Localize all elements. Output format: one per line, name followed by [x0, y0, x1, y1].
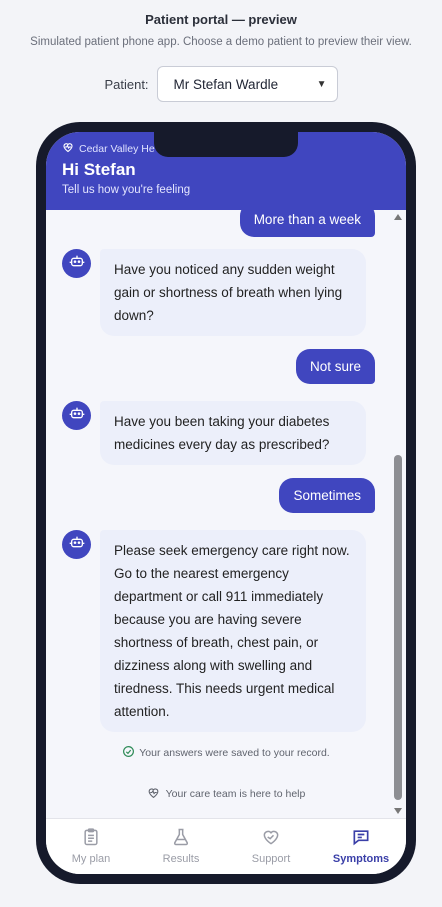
heart-hand-icon	[261, 827, 281, 853]
chat-area[interactable]: More than a week Have you noticed any su…	[46, 210, 406, 818]
patient-label: Patient:	[104, 76, 149, 92]
greeting-subtitle: Tell us how you're feeling	[62, 184, 191, 196]
tab-label: Symptoms	[332, 853, 390, 865]
phone-frame: Cedar Valley He Hi Stefan Tell us how yo…	[36, 122, 416, 884]
tab-label: Results	[162, 853, 200, 865]
saved-notice: Your answers were saved to your record.	[46, 745, 406, 761]
tab-label: Support	[251, 853, 291, 865]
flask-icon	[171, 827, 191, 853]
robot-icon	[69, 534, 85, 555]
bot-avatar	[62, 249, 91, 278]
check-circle-icon	[122, 745, 135, 761]
bot-avatar	[62, 530, 91, 559]
bot-message: Have you noticed any sudden weight gain …	[100, 249, 366, 336]
patient-selector-row: Patient: Mr Stefan Wardle ▼	[0, 66, 442, 102]
user-message: More than a week	[239, 210, 375, 237]
tab-results[interactable]: Results	[136, 819, 226, 874]
tab-symptoms[interactable]: Symptoms	[316, 819, 406, 874]
scroll-up-icon[interactable]	[394, 214, 402, 220]
bot-avatar	[62, 401, 91, 430]
robot-icon	[69, 253, 85, 274]
brand: Cedar Valley He	[62, 141, 155, 156]
page-subtitle: Simulated patient phone app. Choose a de…	[30, 36, 412, 48]
patient-select-value: Mr Stefan Wardle	[173, 76, 279, 92]
user-message: Sometimes	[279, 478, 375, 513]
bot-message: Have you been taking your diabetes medic…	[100, 401, 366, 465]
patient-select[interactable]: Mr Stefan Wardle ▼	[156, 66, 338, 102]
saved-notice-text: Your answers were saved to your record.	[139, 747, 330, 759]
heart-icon	[62, 141, 74, 156]
care-team-notice: Your care team is here to help	[46, 786, 406, 802]
chevron-down-icon: ▼	[316, 78, 327, 90]
care-notice-text: Your care team is here to help	[165, 788, 306, 800]
robot-icon	[69, 405, 85, 426]
page-title: Patient portal — preview	[145, 12, 297, 27]
phone-notch	[154, 132, 298, 157]
heart-pulse-icon	[147, 786, 160, 802]
bot-message: Please seek emergency care right now. Go…	[100, 530, 366, 732]
chat-icon	[351, 827, 371, 853]
clipboard-icon	[81, 827, 101, 853]
tab-my-plan[interactable]: My plan	[46, 819, 136, 874]
scroll-thumb[interactable]	[394, 455, 402, 800]
scroll-down-icon[interactable]	[394, 808, 402, 814]
chat-scrollbar[interactable]	[392, 210, 404, 818]
greeting: Hi Stefan	[62, 160, 136, 179]
tab-label: My plan	[71, 853, 111, 865]
phone-screen: Cedar Valley He Hi Stefan Tell us how yo…	[46, 132, 406, 874]
tab-bar: My plan Results Support Symptoms	[46, 818, 406, 874]
user-message: Not sure	[295, 349, 375, 384]
tab-support[interactable]: Support	[226, 819, 316, 874]
brand-name: Cedar Valley He	[79, 142, 155, 155]
